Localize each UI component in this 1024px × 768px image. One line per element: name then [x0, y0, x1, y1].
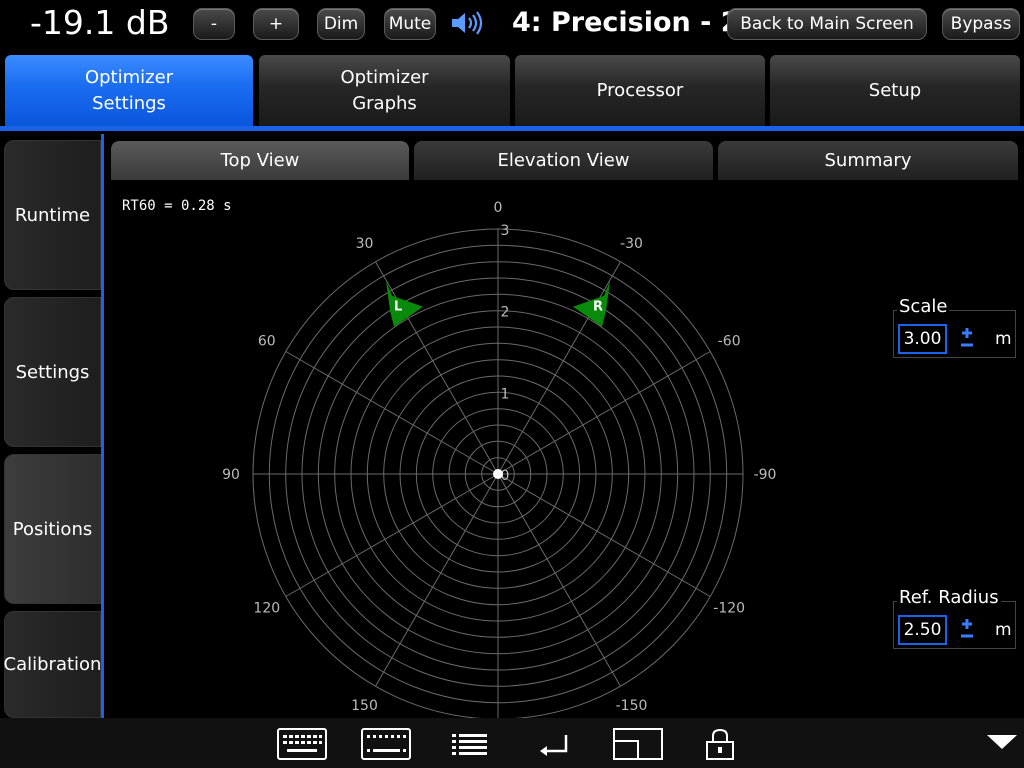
volume-readout: -19.1 dB	[30, 3, 170, 42]
tab-label-line2: Settings	[92, 92, 166, 114]
polar-spoke	[285, 351, 499, 475]
speaker-l-marker[interactable]: L	[386, 280, 423, 327]
polar-spoke	[497, 261, 621, 475]
side-tab-calibration[interactable]: Calibration	[4, 611, 101, 718]
speaker-shape	[386, 280, 423, 327]
ref-radius-value-field[interactable]: 2.50	[898, 615, 947, 645]
side-tab-runtime[interactable]: Runtime	[4, 140, 101, 290]
speaker-label: L	[394, 300, 402, 315]
tab-elevation-view[interactable]: Elevation View	[414, 141, 713, 180]
angle-label: 60	[258, 334, 276, 350]
side-tab-label: Positions	[12, 518, 93, 540]
bottom-toolbar	[0, 718, 1024, 768]
scale-value-field[interactable]: 3.00	[898, 324, 947, 354]
polar-spoke	[497, 473, 711, 597]
tab-processor[interactable]: Processor	[515, 55, 765, 126]
side-tab-settings[interactable]: Settings	[4, 297, 101, 447]
list-icon[interactable]	[451, 727, 489, 761]
angle-label: 150	[351, 698, 378, 714]
angle-label: -90	[754, 467, 777, 483]
bypass-button[interactable]: Bypass	[942, 8, 1020, 40]
tab-underline	[0, 126, 1024, 131]
volume-down-button[interactable]: -	[193, 8, 235, 40]
angle-label: -60	[718, 334, 741, 350]
dim-button[interactable]: Dim	[317, 8, 365, 40]
angle-label: 0	[494, 200, 503, 216]
back-to-main-button[interactable]: Back to Main Screen	[727, 8, 927, 40]
scale-title: Scale	[897, 296, 950, 317]
preset-title: 4: Precision - 2.	[512, 7, 750, 38]
angle-label: 120	[253, 601, 280, 617]
side-tab-divider	[101, 134, 104, 718]
listener-position-dot	[493, 469, 503, 479]
speaker-shape	[573, 280, 610, 327]
tab-optimizer-graphs[interactable]: Optimizer Graphs	[259, 55, 510, 126]
speaker-r-marker[interactable]: R	[573, 280, 610, 327]
side-tab-label: Settings	[15, 361, 90, 383]
tab-label: Setup	[868, 79, 922, 101]
speaker-volume-icon[interactable]	[450, 10, 490, 36]
angle-label: 30	[356, 236, 374, 252]
tab-label-line2: Graphs	[352, 92, 417, 114]
speaker-label: R	[593, 300, 603, 315]
mute-button[interactable]: Mute	[384, 8, 436, 40]
scale-plus-minus-icon[interactable]	[958, 324, 976, 352]
tab-label-line1: Optimizer	[84, 66, 174, 88]
radius-label: 1	[501, 386, 510, 402]
tab-optimizer-settings[interactable]: Optimizer Settings	[5, 55, 253, 126]
side-tab-label: Calibration	[3, 654, 102, 675]
side-tab-positions[interactable]: Positions	[4, 454, 101, 604]
polar-top-view-plot[interactable]: 030-3060-6090-90120-120150-1501803210LR	[210, 185, 790, 718]
ref-radius-unit: m	[995, 620, 1012, 640]
tab-setup[interactable]: Setup	[770, 55, 1020, 126]
tab-summary[interactable]: Summary	[718, 141, 1018, 180]
ref-radius-plus-minus-icon[interactable]	[958, 615, 976, 643]
numeric-keypad-icon[interactable]	[361, 727, 411, 761]
enter-icon[interactable]	[538, 727, 570, 761]
polar-spoke	[375, 473, 499, 687]
keyboard-icon[interactable]	[277, 727, 327, 761]
angle-label: -150	[616, 698, 648, 714]
window-icon[interactable]	[613, 727, 663, 761]
chevron-down-icon[interactable]	[985, 727, 1019, 761]
polar-spoke	[285, 473, 499, 597]
volume-up-button[interactable]: +	[253, 8, 299, 40]
radius-label: 2	[501, 305, 510, 321]
tab-top-view[interactable]: Top View	[111, 141, 409, 180]
angle-label: 90	[222, 467, 240, 483]
polar-spoke	[497, 473, 621, 687]
radius-label: 3	[501, 223, 510, 239]
angle-label: -120	[713, 601, 745, 617]
angle-label: -30	[620, 236, 643, 252]
polar-spoke	[375, 261, 499, 475]
lock-icon[interactable]	[703, 727, 737, 761]
scale-unit: m	[995, 329, 1012, 349]
side-tab-label: Runtime	[14, 204, 91, 226]
ref-radius-title: Ref. Radius	[897, 587, 1001, 608]
tab-label-line1: Optimizer	[340, 66, 429, 88]
tab-label: Processor	[596, 79, 684, 101]
polar-spoke	[497, 351, 711, 475]
